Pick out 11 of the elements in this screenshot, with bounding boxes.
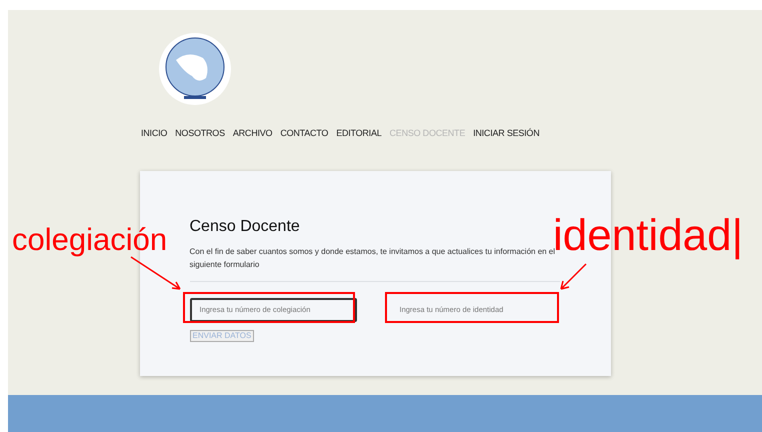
nav-link[interactable]: CONTACTO [280, 127, 328, 140]
nav-link[interactable]: ARCHIVO [232, 127, 272, 140]
annotation-arrow [558, 262, 588, 292]
form-title: Censo Docente [190, 216, 301, 236]
nav-link[interactable]: EDITORIAL [336, 127, 382, 140]
logo-icon [158, 32, 232, 106]
nav-link[interactable]: INICIAR SESIÓN [473, 127, 540, 140]
nav-link[interactable]: NOSOTROS [175, 127, 225, 140]
nav-link[interactable]: INICIO [141, 127, 168, 140]
annotation-label: colegiación [12, 222, 168, 258]
form-description: Con el fin de saber cuantos somos y donde estamos, te invitamos a que actualices tu información en el siguiente formulario [190, 246, 556, 270]
